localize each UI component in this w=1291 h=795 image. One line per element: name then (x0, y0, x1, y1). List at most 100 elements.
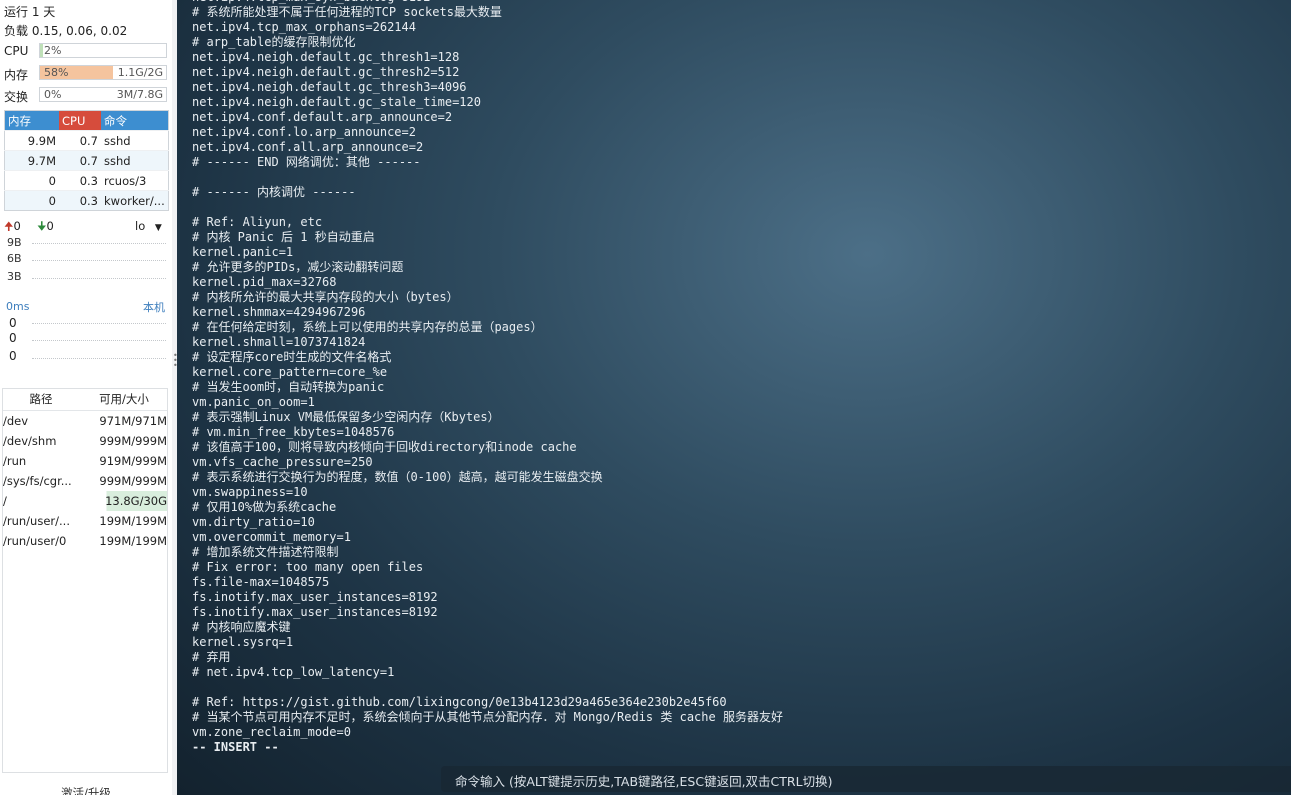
terminal-line: # 表示系统进行交换行为的程度，数值（0-100）越高，越可能发生磁盘交换 (192, 470, 603, 484)
disk-row[interactable]: / 13.8G/30G (2, 491, 168, 511)
proc-header-mem[interactable]: 内存 (4, 110, 59, 131)
disk-row[interactable]: /run/user/... 199M/199M (2, 511, 168, 531)
terminal-line: kernel.shmmax=4294967296 (192, 305, 366, 319)
terminal-line: # 系统所能处理不属于任何进程的TCP sockets最大数量 (192, 5, 502, 19)
grid-line (32, 243, 166, 244)
terminal-line: # Fix error: too many open files (192, 560, 424, 574)
mem-label: 内存 (4, 68, 29, 82)
net-download-value: 0 (46, 219, 54, 233)
grid-line (32, 260, 166, 261)
disk-size: 971M/971M (99, 414, 167, 428)
disk-size: 999M/999M (99, 434, 167, 448)
terminal-line: fs.file-max=1048575 (192, 575, 330, 589)
disk-size: 999M/999M (99, 474, 167, 488)
disk-path: /run/user/0 (3, 534, 67, 548)
terminal-line: # 增加系统文件描述符限制 (192, 545, 339, 559)
disk-path: / (3, 494, 7, 508)
terminal-line: fs.inotify.max_user_instances=8192 (192, 605, 438, 619)
grid-line (32, 358, 166, 359)
disk-row[interactable]: /sys/fs/cgr... 999M/999M (2, 471, 168, 491)
terminal-pane[interactable]: net.ipv4.tcp_max_syn_backlog=8192# 系统所能处… (177, 0, 1291, 795)
terminal-line: net.ipv4.neigh.default.gc_thresh1=128 (192, 50, 460, 64)
mem-percent: 58% (44, 66, 69, 79)
disk-size: 199M/199M (99, 514, 167, 528)
terminal-line: vm.dirty_ratio=10 (192, 515, 315, 529)
disk-row[interactable]: /run 919M/999M (2, 451, 168, 471)
disk-size: 919M/999M (99, 454, 167, 468)
net-download: 🠋0 (37, 219, 54, 238)
latency-target[interactable]: 本机 (143, 299, 165, 315)
disk-path: /run (3, 454, 27, 468)
terminal-line: # vm.min_free_kbytes=1048576 (192, 425, 395, 439)
latency-value: 0 (9, 331, 17, 345)
terminal-line: # arp_table的缓存限制优化 (192, 35, 356, 49)
proc-cmd: sshd (101, 150, 169, 171)
cpu-meter: 2% (39, 43, 167, 58)
terminal-line: # 表示强制Linux VM最低保留多少空闲内存（Kbytes） (192, 410, 500, 424)
arrow-down-icon: 🠋 (37, 219, 47, 233)
terminal-line: net.ipv4.conf.default.arp_announce=2 (192, 110, 453, 124)
terminal-output: net.ipv4.tcp_max_syn_backlog=8192# 系统所能处… (192, 0, 783, 755)
proc-cmd: kworker/... (101, 190, 169, 211)
proc-cmd: sshd (101, 130, 169, 151)
disk-path: /dev/shm (3, 434, 57, 448)
terminal-line: kernel.panic=1 (192, 245, 294, 259)
swap-label: 交换 (4, 90, 29, 104)
swap-percent: 0% (44, 88, 62, 101)
proc-cpu: 0.3 (59, 170, 101, 191)
grid-line (32, 278, 166, 279)
terminal-line: # 内核 Panic 后 1 秒自动重启 (192, 230, 375, 244)
terminal-line: # 当某个节点可用内存不足时，系统会倾向于从其他节点分配内存．对 Mongo/R… (192, 710, 783, 724)
terminal-line: # 当发生oom时，自动转换为panic (192, 380, 385, 394)
proc-cpu: 0.7 (59, 150, 101, 171)
net-scale-label: 3B (7, 270, 22, 283)
grid-line (32, 323, 166, 324)
proc-header-cmd[interactable]: 命令 (101, 110, 169, 131)
disk-size: 199M/199M (99, 534, 167, 548)
disk-path: /sys/fs/cgr... (3, 474, 72, 488)
disk-header-size[interactable]: 可用/大小 (80, 388, 168, 411)
disk-header-path[interactable]: 路径 (2, 388, 80, 411)
load-text: 负载 0.15, 0.06, 0.02 (4, 24, 128, 38)
net-scale-label: 9B (7, 236, 22, 249)
disk-row[interactable]: /run/user/0 199M/199M (2, 531, 168, 551)
splitter-grip-icon[interactable]: • • • (173, 352, 178, 370)
command-input-bar[interactable]: 命令输入 (按ALT键提示历史,TAB键路径,ESC键返回,双击CTRL切换) (441, 766, 1291, 792)
terminal-line: -- INSERT -- (192, 740, 279, 754)
disk-row[interactable]: /dev 971M/971M (2, 411, 168, 432)
net-scale-label: 6B (7, 252, 22, 265)
terminal-line: # 内核所允许的最大共享内存段的大小（bytes） (192, 290, 459, 304)
activate-button[interactable]: 激活/升级 (0, 785, 172, 795)
latency-value: 0 (9, 349, 17, 363)
disk-path: /run/user/... (3, 514, 70, 528)
disk-size: 13.8G/30G (80, 491, 168, 511)
cpu-percent: 2% (44, 44, 62, 57)
process-row[interactable]: 0 0.3 kworker/... (4, 190, 169, 211)
proc-cpu: 0.3 (59, 190, 101, 211)
terminal-line: # 该值高于100，则将导致内核倾向于回收directory和inode cac… (192, 440, 577, 454)
terminal-line: kernel.core_pattern=core_%e (192, 365, 388, 379)
terminal-line: net.ipv4.tcp_max_orphans=262144 (192, 20, 416, 34)
process-row[interactable]: 9.9M 0.7 sshd (4, 130, 169, 151)
terminal-line: vm.vfs_cache_pressure=250 (192, 455, 373, 469)
terminal-line: net.ipv4.conf.lo.arp_announce=2 (192, 125, 416, 139)
process-row[interactable]: 0 0.3 rcuos/3 (4, 170, 169, 191)
disk-row[interactable]: /dev/shm 999M/999M (2, 431, 168, 451)
cpu-meter-fill (40, 44, 43, 57)
net-upload-value: 0 (13, 219, 21, 233)
mem-meter: 58% 1.1G/2G (39, 65, 167, 80)
terminal-line: kernel.shmall=1073741824 (192, 335, 366, 349)
cpu-label: CPU (4, 44, 29, 58)
disk-table: 路径 可用/大小 /dev 971M/971M /dev/shm 999M/999M… (2, 388, 168, 551)
terminal-line: # 在任何给定时刻，系统上可以使用的共享内存的总量（pages） (192, 320, 543, 334)
swap-meter: 0% 3M/7.8G (39, 87, 167, 102)
proc-mem: 9.9M (4, 130, 59, 151)
proc-cmd: rcuos/3 (101, 170, 169, 191)
chevron-down-icon: ▼ (154, 223, 162, 233)
process-row[interactable]: 9.7M 0.7 sshd (4, 150, 169, 171)
iface-select[interactable]: lo ▼ (135, 219, 162, 233)
proc-header-cpu[interactable]: CPU (59, 110, 101, 131)
terminal-line: net.ipv4.neigh.default.gc_thresh3=4096 (192, 80, 467, 94)
